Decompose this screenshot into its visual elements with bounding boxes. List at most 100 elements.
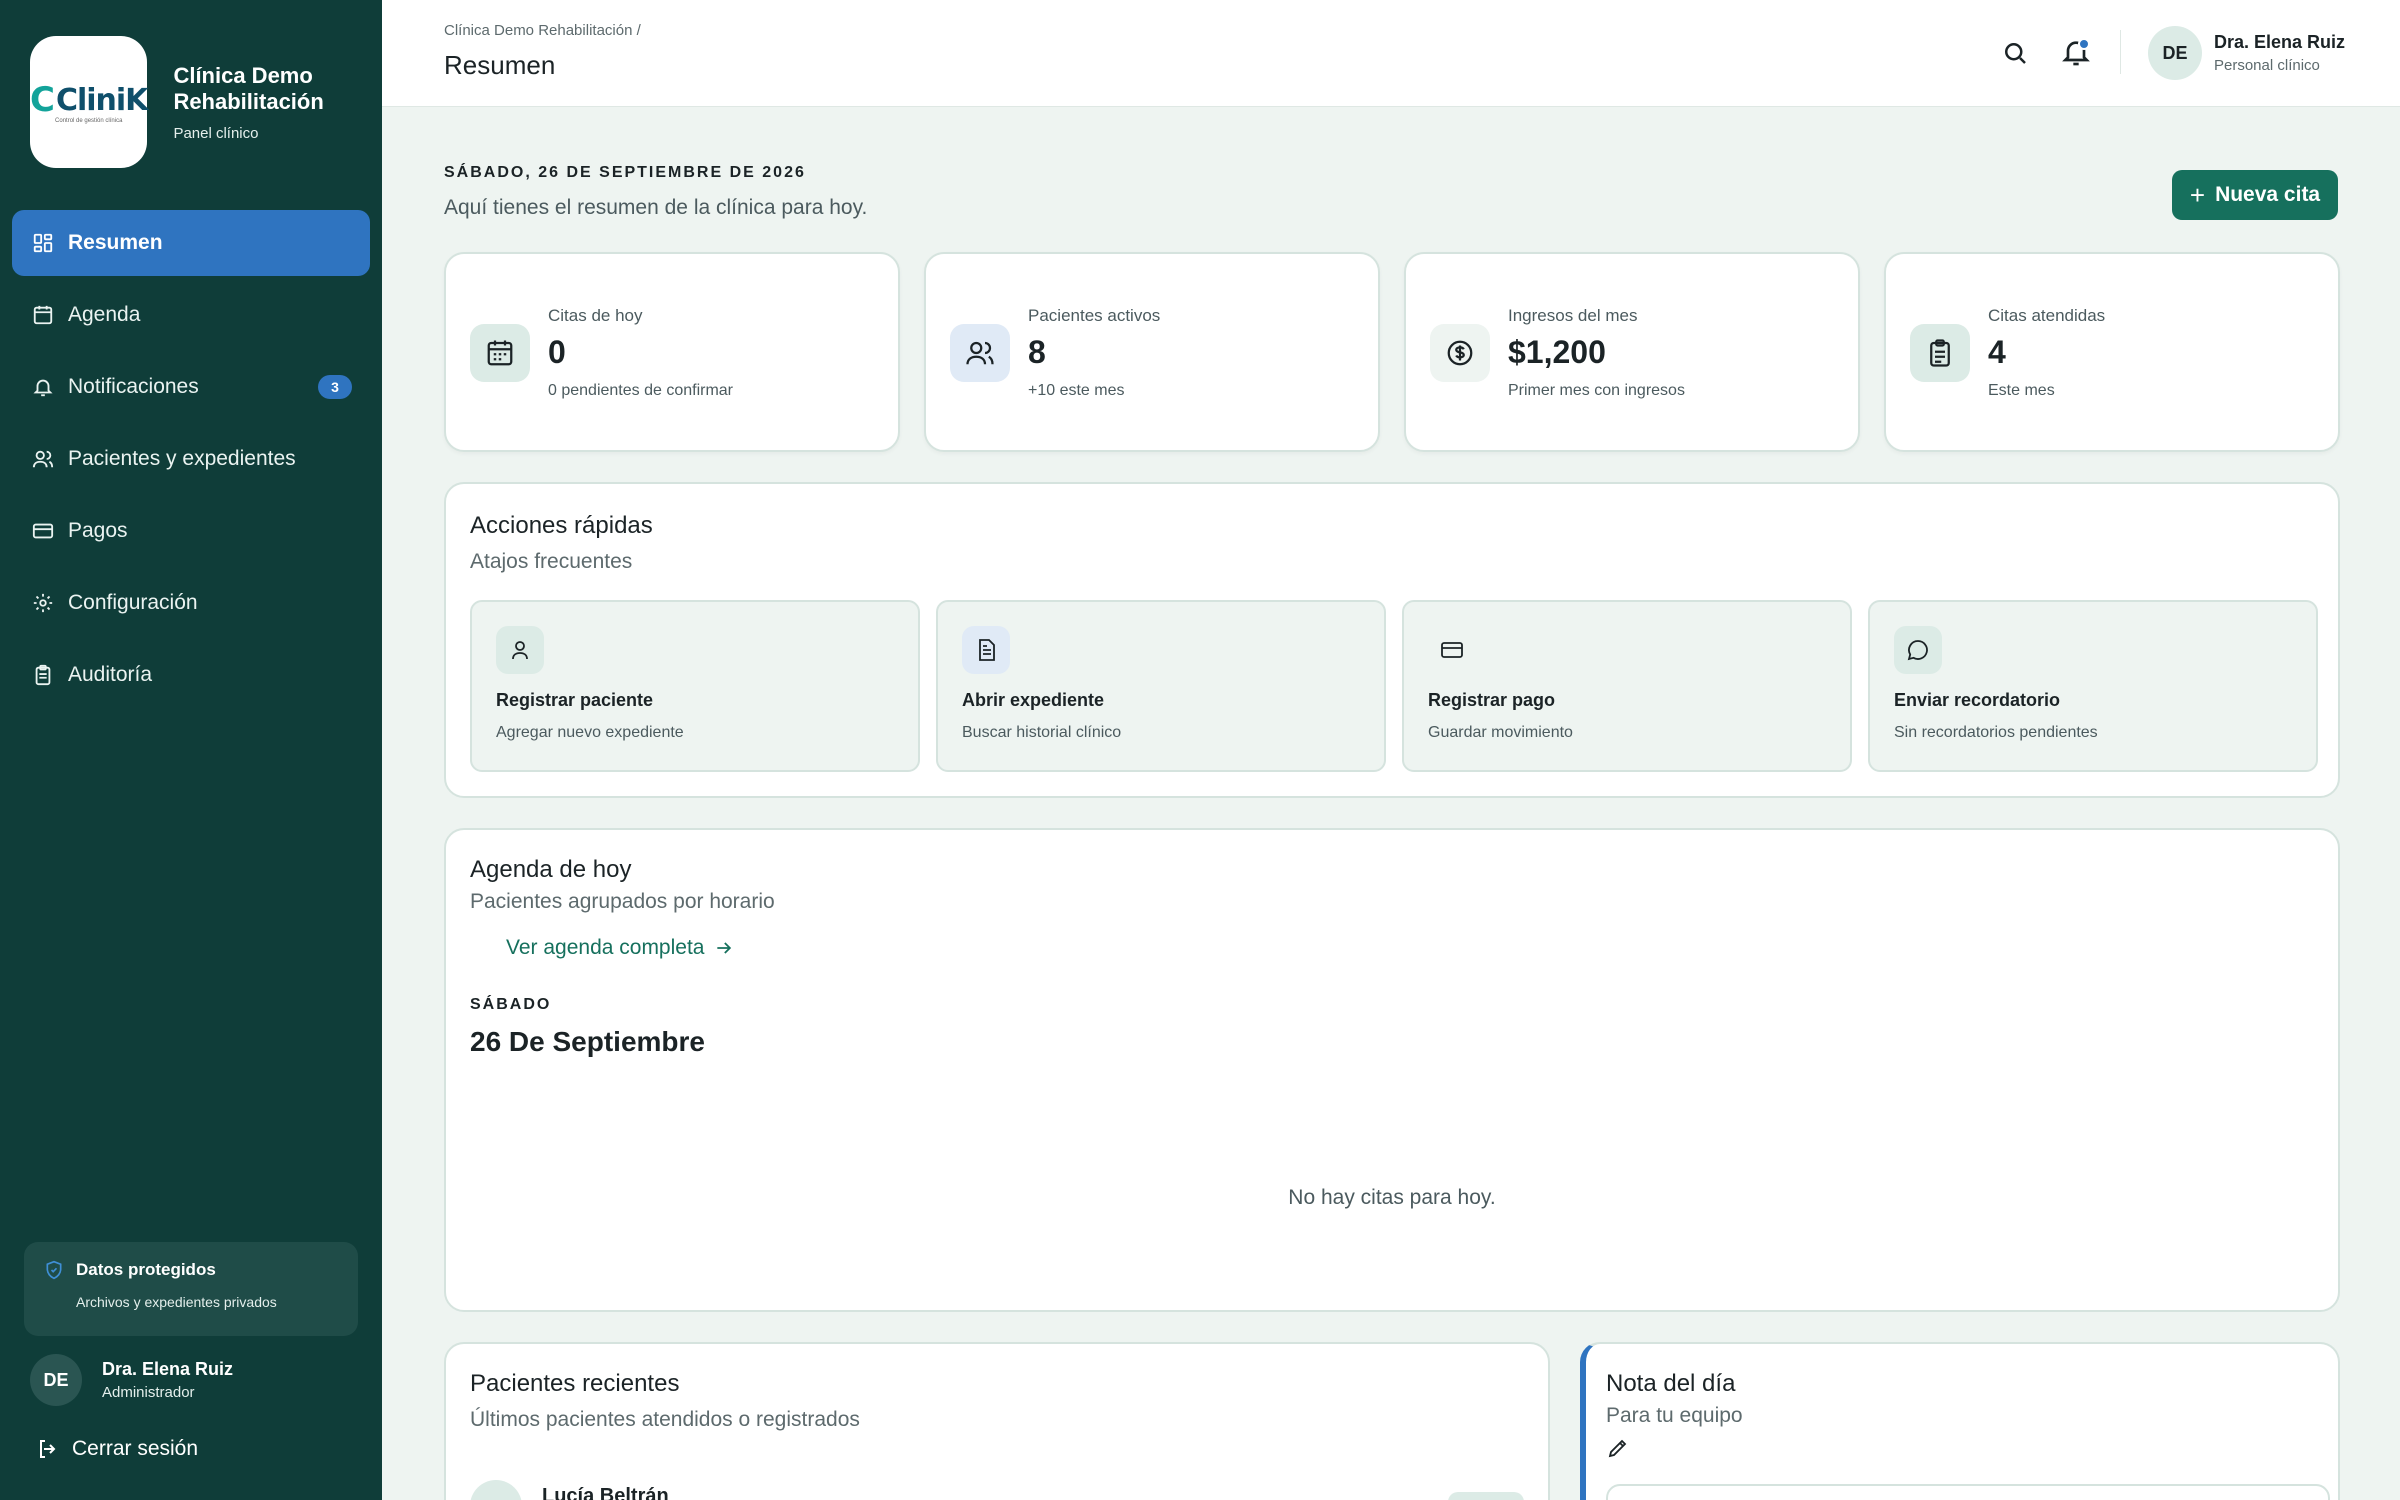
users-icon bbox=[950, 324, 1010, 382]
sidebar-item-pagos[interactable]: Pagos bbox=[12, 498, 370, 564]
quick-action-sub: Buscar historial clínico bbox=[962, 724, 1122, 741]
header-divider bbox=[2120, 30, 2121, 74]
top-header: Clínica Demo Rehabilitación / Resumen DE… bbox=[382, 0, 2400, 107]
stat-card-ingresos[interactable]: Ingresos del mes $1,200 Primer mes con i… bbox=[1404, 252, 1860, 452]
sidebar-item-label: Auditoría bbox=[68, 663, 153, 686]
note-title: Nota del día bbox=[1606, 1370, 1736, 1397]
pencil-icon bbox=[1608, 1439, 1627, 1458]
note-input[interactable] bbox=[1606, 1484, 2330, 1500]
patient-action-button[interactable] bbox=[1448, 1492, 1524, 1500]
stat-sub: Este mes bbox=[1988, 382, 2055, 399]
view-full-agenda-label: Ver agenda completa bbox=[506, 936, 705, 959]
stat-value: 4 bbox=[1988, 334, 2006, 370]
sidebar-item-label: Configuración bbox=[68, 591, 198, 614]
logo-tagline: Control de gestión clínica bbox=[55, 118, 123, 124]
stat-label: Citas atendidas bbox=[1988, 306, 2106, 325]
shield-icon bbox=[46, 1260, 62, 1280]
sidebar-item-agenda[interactable]: Agenda bbox=[12, 282, 370, 348]
plus-icon: + bbox=[2189, 179, 2206, 210]
logout-icon bbox=[40, 1440, 56, 1458]
day-date: 26 De Septiembre bbox=[470, 1026, 705, 1057]
new-appointment-button[interactable]: + Nueva cita bbox=[2172, 170, 2338, 220]
edit-note-button[interactable] bbox=[1606, 1436, 1630, 1460]
quick-action-title: Registrar paciente bbox=[496, 690, 654, 710]
user-icon bbox=[496, 626, 544, 674]
stat-value: 0 bbox=[548, 334, 566, 370]
quick-actions-subtitle: Atajos frecuentes bbox=[470, 550, 633, 573]
chat-icon bbox=[1894, 626, 1942, 674]
bell-icon bbox=[32, 376, 54, 398]
page-title: Resumen bbox=[444, 50, 556, 80]
sidebar-nav: Resumen Agenda Notificaciones 3 Paciente… bbox=[12, 210, 370, 714]
stat-sub: +10 este mes bbox=[1028, 382, 1125, 399]
sidebar-item-label: Pacientes y expedientes bbox=[68, 447, 296, 470]
calendar-icon bbox=[470, 324, 530, 382]
recent-patients-title: Pacientes recientes bbox=[470, 1370, 680, 1397]
stat-card-citas-atendidas[interactable]: Citas atendidas 4 Este mes bbox=[1884, 252, 2340, 452]
logo-mark: C bbox=[30, 80, 55, 120]
card-icon bbox=[1428, 626, 1476, 674]
header-user-menu[interactable]: DE Dra. Elena Ruiz Personal clínico bbox=[2148, 26, 2345, 80]
view-full-agenda-link[interactable]: Ver agenda completa bbox=[506, 936, 734, 960]
sidebar-item-notificaciones[interactable]: Notificaciones 3 bbox=[12, 354, 370, 420]
sidebar-item-auditoria[interactable]: Auditoría bbox=[12, 642, 370, 708]
user-name: Dra. Elena Ruiz bbox=[102, 1359, 234, 1379]
welcome-text: Aquí tienes el resumen de la clínica par… bbox=[444, 196, 868, 219]
note-of-day-card: Nota del día Para tu equipo bbox=[1580, 1342, 2340, 1500]
stat-card-pacientes-activos[interactable]: Pacientes activos 8 +10 este mes bbox=[924, 252, 1380, 452]
logo-wordmark: CliniK bbox=[55, 82, 148, 118]
gear-icon bbox=[32, 592, 54, 614]
recent-patients-card: Pacientes recientes Últimos pacientes at… bbox=[444, 1342, 1550, 1500]
quick-action-registrar-pago[interactable]: Registrar pago Guardar movimiento bbox=[1402, 600, 1852, 772]
quick-actions-title: Acciones rápidas bbox=[470, 512, 653, 539]
agenda-title: Agenda de hoy bbox=[470, 856, 632, 883]
quick-action-sub: Sin recordatorios pendientes bbox=[1894, 724, 2098, 741]
stat-label: Pacientes activos bbox=[1028, 306, 1161, 325]
agenda-card: Agenda de hoy Pacientes agrupados por ho… bbox=[444, 828, 2340, 1312]
search-button[interactable] bbox=[2000, 38, 2030, 68]
sidebar-user[interactable]: DE Dra. Elena Ruiz Administrador bbox=[30, 1354, 233, 1406]
sidebar-item-label: Agenda bbox=[68, 303, 141, 326]
file-icon bbox=[962, 626, 1010, 674]
avatar: DE bbox=[30, 1354, 82, 1406]
stat-label: Ingresos del mes bbox=[1508, 306, 1638, 325]
note-subtitle: Para tu equipo bbox=[1606, 1404, 1743, 1427]
day-label: SÁBADO bbox=[470, 996, 552, 1013]
sidebar-item-label: Notificaciones bbox=[68, 375, 199, 398]
dollar-icon bbox=[1430, 324, 1490, 382]
calendar-icon bbox=[32, 304, 54, 326]
patient-name: Lucía Beltrán bbox=[542, 1484, 669, 1500]
sidebar: C CliniK Control de gestión clínica Clíni… bbox=[0, 0, 382, 1500]
quick-action-registrar-paciente[interactable]: Registrar paciente Agregar nuevo expedie… bbox=[470, 600, 920, 772]
user-role: Administrador bbox=[102, 1384, 195, 1401]
user-role: Personal clínico bbox=[2214, 57, 2320, 74]
quick-action-title: Enviar recordatorio bbox=[1894, 690, 2061, 710]
quick-action-sub: Guardar movimiento bbox=[1428, 724, 1573, 741]
logout-button[interactable]: Cerrar sesión bbox=[36, 1437, 198, 1461]
breadcrumb[interactable]: Clínica Demo Rehabilitación / bbox=[444, 22, 641, 39]
current-date: SÁBADO, 26 DE SEPTIEMBRE DE 2026 bbox=[444, 164, 806, 181]
notification-dot bbox=[2078, 38, 2090, 50]
list-item[interactable]: Lucía Beltrán bbox=[470, 1480, 669, 1500]
new-appointment-label: Nueva cita bbox=[2215, 183, 2321, 206]
quick-action-enviar-recordatorio[interactable]: Enviar recordatorio Sin recordatorios pe… bbox=[1868, 600, 2318, 772]
clinik-logo[interactable]: C CliniK Control de gestión clínica bbox=[30, 36, 148, 168]
sidebar-item-resumen[interactable]: Resumen bbox=[12, 210, 370, 276]
users-icon bbox=[32, 448, 54, 470]
sidebar-item-pacientes[interactable]: Pacientes y expedientes bbox=[12, 426, 370, 492]
logout-label: Cerrar sesión bbox=[72, 1437, 199, 1460]
stat-sub: Primer mes con ingresos bbox=[1508, 382, 1685, 399]
clinic-subtitle: Panel clínico bbox=[173, 124, 259, 142]
stat-card-citas-hoy[interactable]: Citas de hoy 0 0 pendientes de confirmar bbox=[444, 252, 900, 452]
protected-subtitle: Archivos y expedientes privados bbox=[76, 1294, 277, 1310]
sidebar-item-configuracion[interactable]: Configuración bbox=[12, 570, 370, 636]
clipboard-icon bbox=[32, 664, 54, 686]
protected-title: Datos protegidos bbox=[76, 1260, 216, 1279]
quick-action-title: Abrir expediente bbox=[962, 690, 1105, 710]
card-icon bbox=[32, 520, 54, 542]
notifications-button[interactable] bbox=[2060, 36, 2092, 68]
quick-action-abrir-expediente[interactable]: Abrir expediente Buscar historial clínic… bbox=[936, 600, 1386, 772]
search-icon bbox=[2005, 43, 2026, 64]
notification-count-badge: 3 bbox=[318, 375, 352, 399]
brand: C CliniK Control de gestión clínica Clíni… bbox=[30, 36, 360, 168]
